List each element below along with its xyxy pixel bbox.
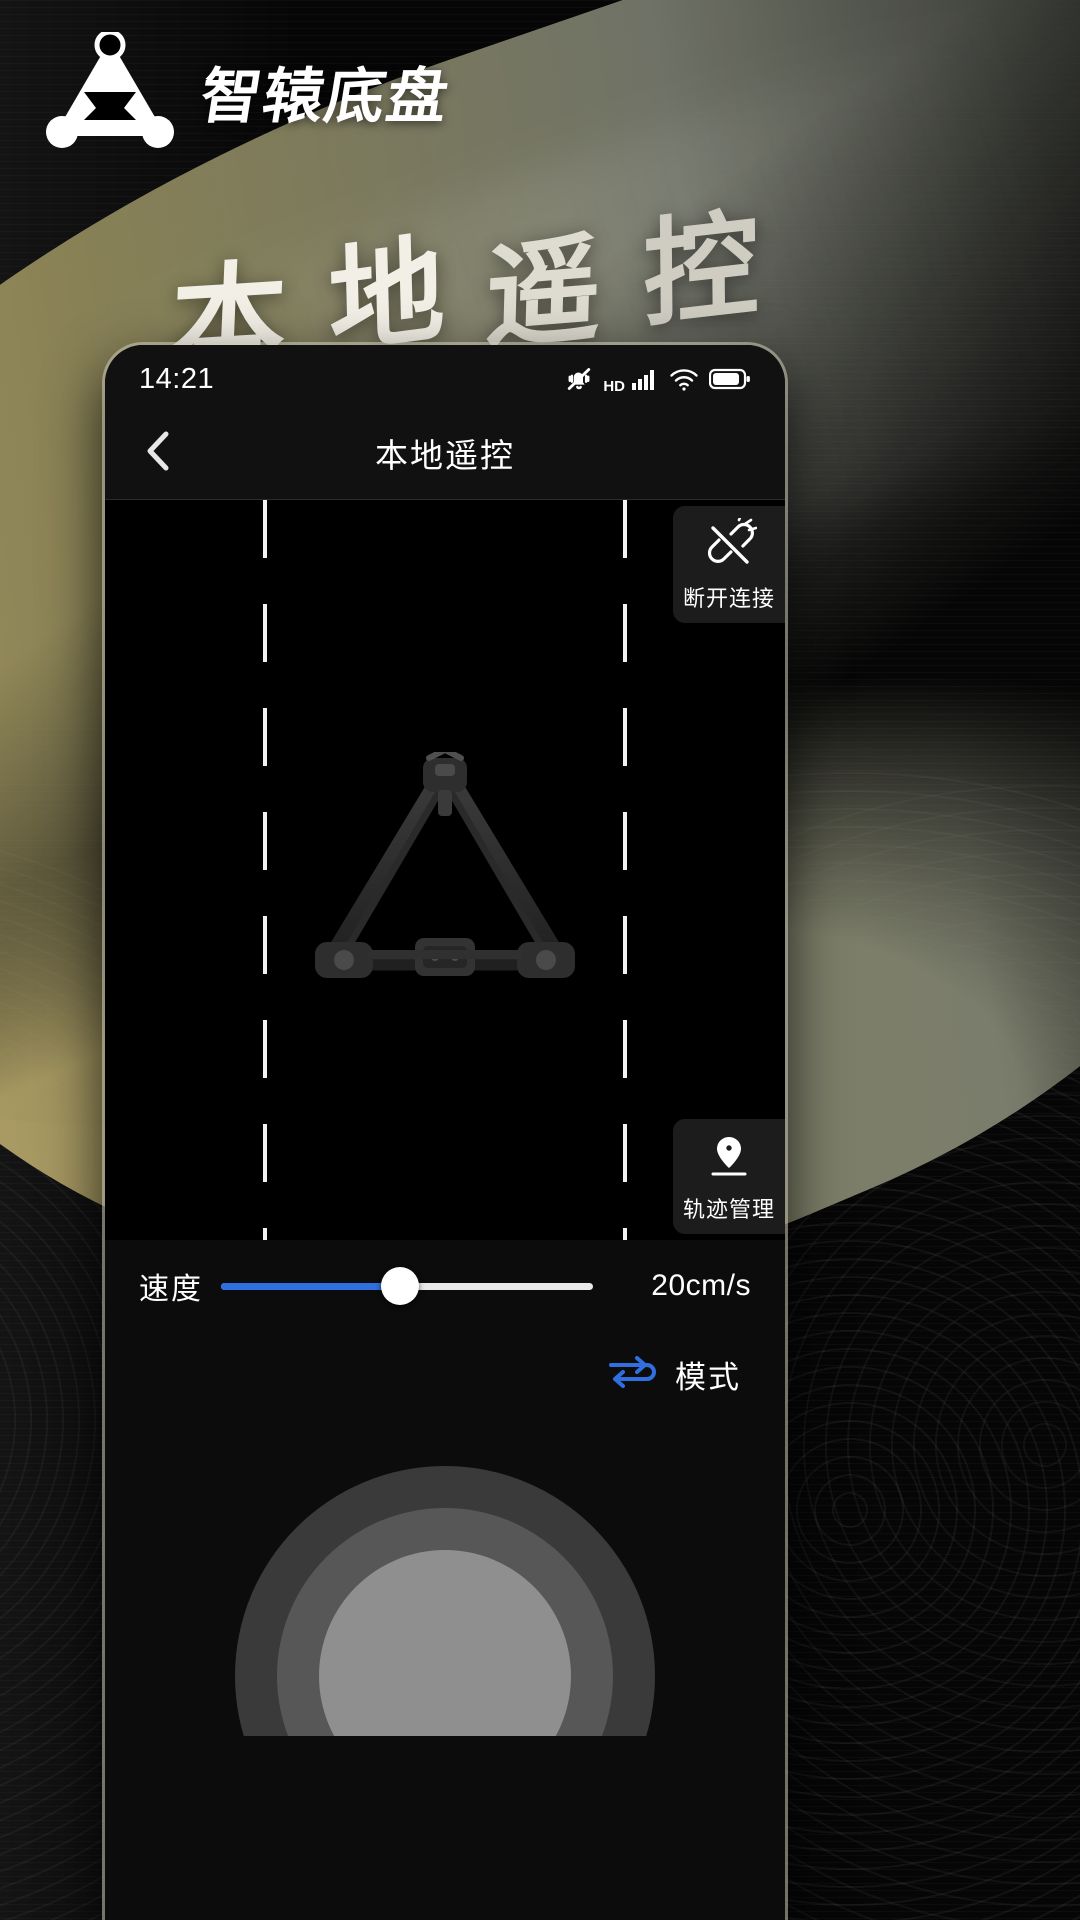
chevron-left-icon bbox=[142, 429, 176, 478]
robot-chassis-top-view-icon bbox=[311, 752, 579, 992]
nav-bar: 本地遥控 bbox=[105, 407, 785, 500]
headline-char-4: 控 bbox=[642, 194, 766, 345]
status-bar: 14:21 HD bbox=[105, 345, 785, 407]
mode-row[interactable]: 模式 bbox=[105, 1332, 785, 1416]
disconnect-label: 断开连接 bbox=[682, 586, 775, 611]
mute-bell-icon bbox=[564, 364, 594, 394]
lane-marking-right bbox=[623, 500, 627, 1240]
wifi-icon bbox=[668, 366, 700, 392]
brand-title: 智辕底盘 bbox=[195, 61, 455, 132]
slider-thumb[interactable] bbox=[380, 1267, 419, 1305]
back-button[interactable] bbox=[131, 425, 187, 481]
disconnect-button[interactable]: 断开连接 bbox=[673, 506, 785, 623]
phone-mockup: 14:21 HD 本地遥控 断开连接 轨迹管理 速度 20cm/s 模式 bbox=[105, 345, 785, 1920]
speed-label: 速度 bbox=[139, 1273, 203, 1306]
broken-link-icon bbox=[701, 513, 758, 575]
hd-badge: HD bbox=[603, 378, 625, 395]
cellular-signal-icon bbox=[631, 366, 659, 392]
triangle-chassis-logo-icon bbox=[44, 32, 176, 150]
page-title: 本地遥控 bbox=[375, 437, 515, 474]
status-icons: HD bbox=[564, 364, 751, 394]
mode-label: 模式 bbox=[675, 1359, 741, 1395]
battery-icon bbox=[709, 367, 751, 391]
lane-marking-left bbox=[263, 500, 267, 1240]
status-time: 14:21 bbox=[139, 362, 215, 395]
track-management-button[interactable]: 轨迹管理 bbox=[673, 1119, 785, 1234]
track-management-label: 轨迹管理 bbox=[682, 1197, 775, 1222]
brand-header: 智辕底盘 bbox=[44, 32, 455, 150]
loop-arrows-icon bbox=[603, 1349, 661, 1400]
speed-control-row: 速度 20cm/s bbox=[105, 1240, 785, 1332]
speed-slider[interactable] bbox=[221, 1266, 593, 1306]
slider-fill bbox=[221, 1282, 400, 1290]
joystick-control[interactable] bbox=[105, 1416, 785, 1736]
location-pin-icon bbox=[703, 1131, 755, 1186]
speed-value: 20cm/s bbox=[651, 1269, 751, 1302]
remote-control-stage[interactable]: 断开连接 轨迹管理 bbox=[105, 500, 785, 1240]
